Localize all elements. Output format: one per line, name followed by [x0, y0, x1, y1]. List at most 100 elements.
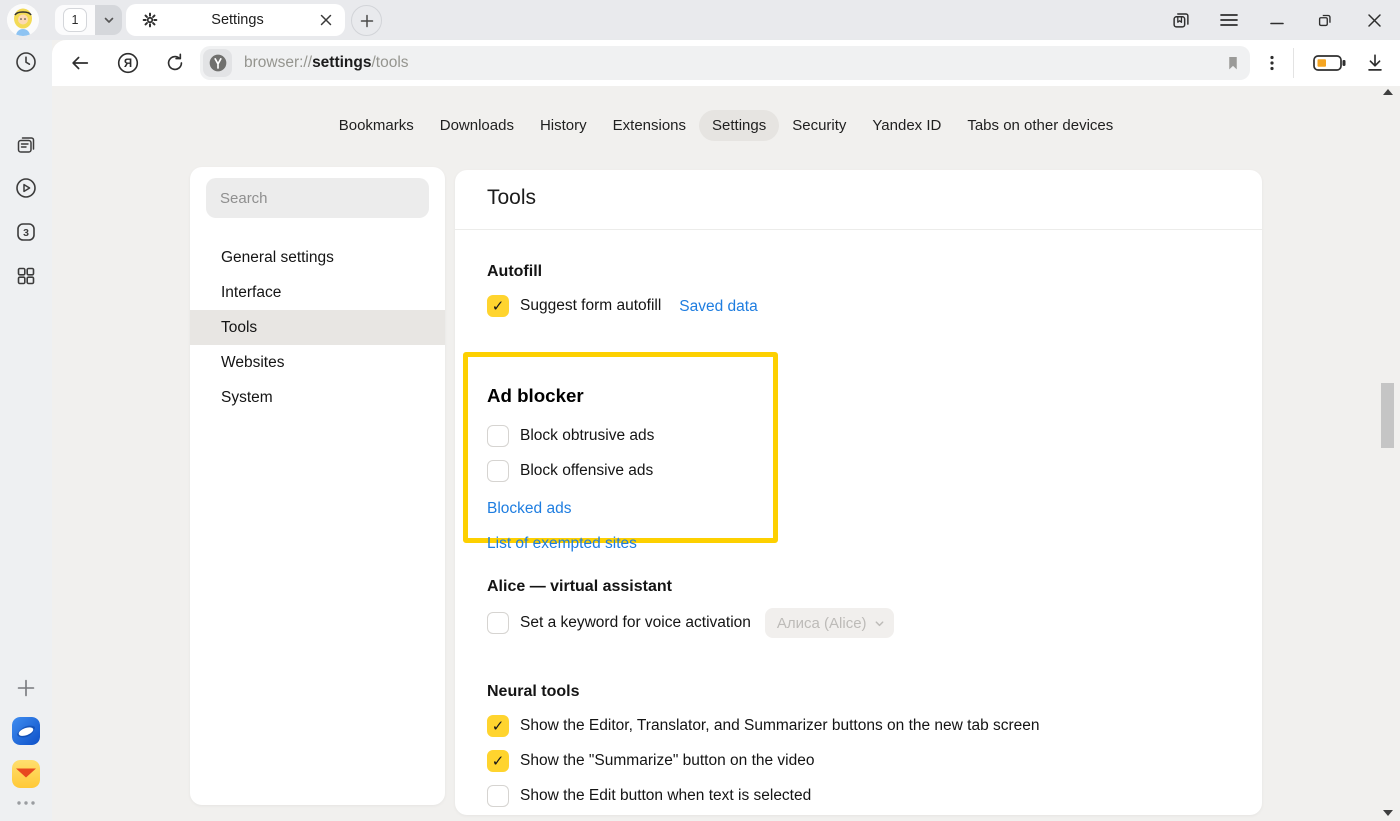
settings-page: Bookmarks Downloads History Extensions S… [52, 86, 1400, 821]
video-button[interactable] [14, 176, 38, 200]
nav-tab-bookmarks[interactable]: Bookmarks [326, 110, 427, 141]
titlebar: 1 Settings [0, 0, 1400, 40]
sidebar-item-system[interactable]: System [190, 380, 445, 415]
side-panel-button[interactable] [1166, 6, 1196, 34]
yandex-browser-app-icon[interactable] [12, 717, 40, 745]
chevron-down-icon [874, 618, 885, 629]
sidebar-item-interface[interactable]: Interface [190, 275, 445, 310]
ellipsis-icon [16, 799, 36, 807]
address-bar[interactable]: browser://settings/tools [200, 46, 1250, 80]
nav-tab-downloads[interactable]: Downloads [427, 110, 527, 141]
avatar-image [7, 4, 39, 36]
tab-list-dropdown[interactable] [95, 5, 122, 35]
alice-keyword-row[interactable]: Set a keyword for voice activation Алиса… [487, 608, 894, 638]
yandex-home-button[interactable]: Я [115, 51, 141, 75]
tab-close-button[interactable] [317, 11, 335, 29]
block-obtrusive-checkbox[interactable] [487, 425, 509, 447]
keyword-dropdown[interactable]: Алиса (Alice) [765, 608, 894, 638]
alice-heading: Alice — virtual assistant [487, 577, 894, 596]
downloads-button[interactable] [1362, 51, 1388, 75]
minimize-button[interactable] [1262, 6, 1292, 34]
neural-tools-heading: Neural tools [487, 682, 1040, 701]
battery-saver-button[interactable] [1310, 51, 1350, 75]
url-path: /tools [372, 54, 409, 71]
nav-tab-settings[interactable]: Settings [699, 110, 779, 141]
history-button[interactable] [14, 50, 38, 74]
scrollbar-thumb[interactable] [1381, 383, 1394, 448]
tab-count: 1 [63, 8, 87, 32]
refresh-button[interactable] [162, 51, 188, 75]
autofill-row[interactable]: Suggest form autofill Saved data [487, 295, 758, 317]
browser-logo-icon [12, 717, 40, 745]
feed-button[interactable] [14, 133, 38, 157]
autofill-heading: Autofill [487, 262, 758, 281]
neural-row-1[interactable]: Show the Editor, Translator, and Summari… [487, 715, 1040, 737]
ad-blocker-heading: Ad blocker [487, 385, 773, 407]
blocked-ads-link[interactable]: Blocked ads [487, 500, 773, 517]
browser-menu-button[interactable] [1214, 6, 1244, 34]
block-obtrusive-row[interactable]: Block obtrusive ads [487, 425, 773, 447]
exempted-sites-link[interactable]: List of exempted sites [487, 535, 773, 552]
services-grid-button[interactable] [14, 264, 38, 288]
plus-icon [360, 14, 374, 28]
tabs-panel-button[interactable]: 3 [14, 220, 38, 244]
minimize-icon [1269, 12, 1285, 28]
search-input[interactable] [206, 178, 429, 218]
svg-text:3: 3 [23, 227, 29, 239]
block-offensive-checkbox[interactable] [487, 460, 509, 482]
site-protect-chip[interactable] [203, 49, 232, 77]
sidebar-item-general[interactable]: General settings [190, 240, 445, 275]
checkbox-label: Suggest form autofill [520, 297, 661, 315]
sidebar-item-websites[interactable]: Websites [190, 345, 445, 380]
profile-avatar[interactable] [7, 4, 39, 36]
checkbox-label: Show the "Summarize" button on the video [520, 752, 814, 770]
back-button[interactable] [67, 51, 93, 75]
scrollbar-down-arrow[interactable] [1383, 810, 1393, 816]
url-scheme: browser:// [244, 54, 312, 71]
close-window-button[interactable] [1359, 6, 1389, 34]
nav-tab-history[interactable]: History [527, 110, 600, 141]
edit-button-checkbox[interactable] [487, 785, 509, 807]
rail-more-button[interactable] [14, 794, 38, 812]
nav-tab-other-devices[interactable]: Tabs on other devices [954, 110, 1126, 141]
neural-row-2[interactable]: Show the "Summarize" button on the video [487, 750, 1040, 772]
title-divider [455, 229, 1262, 230]
saved-data-link[interactable]: Saved data [679, 298, 757, 315]
checkbox-label: Show the Edit button when text is select… [520, 787, 811, 805]
checkbox-label: Show the Editor, Translator, and Summari… [520, 717, 1040, 735]
add-panel-button[interactable] [14, 676, 38, 700]
restore-window-button[interactable] [1310, 6, 1340, 34]
block-offensive-row[interactable]: Block offensive ads [487, 460, 773, 482]
new-tab-button[interactable] [351, 5, 382, 36]
nav-tab-yandex-id[interactable]: Yandex ID [859, 110, 954, 141]
url-host: settings [312, 54, 371, 71]
tab-group-counter[interactable]: 1 [55, 5, 122, 35]
bookmark-flag-icon[interactable] [1224, 54, 1242, 72]
checkbox-label: Block offensive ads [520, 462, 653, 480]
page-title: Tools [487, 186, 536, 210]
chevron-down-icon [102, 13, 116, 27]
scrollbar-up-arrow[interactable] [1383, 89, 1393, 95]
ad-blocker-highlight-box: Ad blocker Block obtrusive ads Block off… [463, 352, 778, 543]
tab-title: Settings [158, 12, 317, 28]
settings-section-list: General settings Interface Tools Website… [190, 240, 445, 415]
nav-tab-security[interactable]: Security [779, 110, 859, 141]
active-tab[interactable]: Settings [126, 4, 345, 36]
neural-row-3[interactable]: Show the Edit button when text is select… [487, 785, 1040, 807]
yandex-mail-app-icon[interactable] [12, 760, 40, 788]
nav-tab-extensions[interactable]: Extensions [600, 110, 699, 141]
download-icon [1364, 52, 1386, 74]
battery-icon [1313, 54, 1347, 72]
summarize-video-checkbox[interactable] [487, 750, 509, 772]
more-actions-button[interactable] [1259, 51, 1285, 75]
editor-buttons-checkbox[interactable] [487, 715, 509, 737]
protect-shield-icon [208, 53, 228, 73]
keyword-dropdown-value: Алиса (Alice) [777, 615, 867, 632]
voice-keyword-checkbox[interactable] [487, 612, 509, 634]
sidebar-item-tools[interactable]: Tools [190, 310, 445, 345]
articles-icon [14, 133, 38, 157]
back-arrow-icon [69, 52, 91, 74]
suggest-autofill-checkbox[interactable] [487, 295, 509, 317]
checkbox-label: Set a keyword for voice activation [520, 614, 751, 632]
close-icon [320, 14, 332, 26]
